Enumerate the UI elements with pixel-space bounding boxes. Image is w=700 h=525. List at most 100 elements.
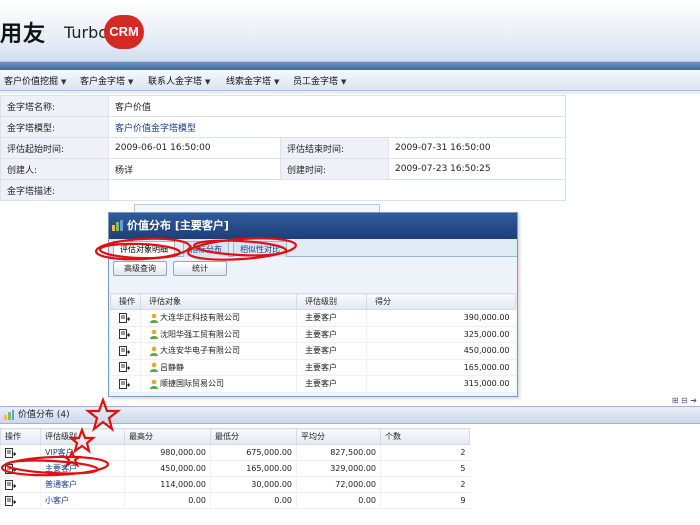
view-detail-icon[interactable] (5, 447, 17, 458)
view-detail-icon[interactable] (119, 329, 131, 340)
max-score: 450,000.00 (124, 460, 211, 477)
table-row: VIP客户 980,000.00 675,000.00 827,500.00 2 (0, 444, 470, 461)
menu-lead-pyramid[interactable]: 线索金字塔 ▼ (226, 74, 279, 87)
popup-toolbar: 高级查询 统计 (109, 257, 517, 279)
avg-score: 329,000.00 (296, 460, 381, 477)
column-header: 最低分 (210, 428, 297, 445)
object-name: 沈阳华强工贸有限公司 (160, 329, 240, 339)
chart-icon (4, 410, 14, 420)
avg-score: 827,500.00 (296, 444, 381, 461)
field-label: 创建人: (0, 158, 109, 180)
view-detail-icon[interactable] (5, 479, 17, 490)
count: 2 (380, 476, 470, 493)
menu-contact-pyramid[interactable]: 联系人金字塔 ▼ (148, 74, 210, 87)
view-detail-icon[interactable] (119, 378, 131, 389)
count: 2 (380, 444, 470, 461)
object-score: 390,000.00 (366, 309, 516, 327)
view-detail-icon[interactable] (119, 362, 131, 373)
brand-crm-badge: CRM (104, 15, 144, 49)
panel-title: 价值分布 (4) (18, 410, 70, 420)
max-score: 0.00 (124, 492, 211, 509)
object-score: 315,000.00 (366, 375, 516, 393)
tab-similarity-compare[interactable]: 相似性对比 (233, 241, 287, 257)
person-icon (149, 329, 159, 340)
popup-title: 价值分布 [主要客户] (127, 219, 229, 232)
count: 9 (380, 492, 470, 509)
chevron-down-icon: ▼ (61, 78, 67, 86)
table-row: 主要客户 450,000.00 165,000.00 329,000.00 5 (0, 460, 470, 477)
menu-customer-pyramid[interactable]: 客户金字塔 ▼ (80, 74, 133, 87)
background-window (134, 204, 380, 212)
value-distribution-panel-header[interactable]: 价值分布 (4) (0, 406, 700, 424)
object-level: 主要客户 (296, 326, 367, 343)
column-header: 得分 (366, 293, 516, 310)
panel-controls: ⊞ ⊟ ➔ (672, 396, 697, 405)
column-header: 个数 (380, 428, 470, 445)
view-detail-icon[interactable] (119, 345, 131, 356)
table-row: 顺捷国际贸易公司 主要客户 315,000.00 (110, 375, 516, 393)
column-header: 操作 (110, 293, 141, 310)
object-level: 主要客户 (296, 375, 367, 393)
view-detail-icon[interactable] (5, 495, 17, 506)
count: 5 (380, 460, 470, 477)
advanced-search-button[interactable]: 高级查询 (113, 261, 167, 276)
expand-icon[interactable]: ⊞ (672, 396, 679, 405)
popup-tab-bar: 评估对象明细 指标分布 相似性对比 (109, 239, 517, 257)
max-score: 980,000.00 (124, 444, 211, 461)
collapse-icon[interactable]: ⊟ (681, 396, 688, 405)
table-row: 沈阳华强工贸有限公司 主要客户 325,000.00 (110, 326, 516, 343)
menu-customer-value-mining[interactable]: 客户价值挖掘 ▼ (4, 74, 66, 87)
chevron-down-icon: ▼ (128, 78, 134, 86)
object-score: 165,000.00 (366, 359, 516, 376)
menu-label: 线索金字塔 (226, 77, 272, 87)
min-score: 165,000.00 (210, 460, 297, 477)
min-score: 30,000.00 (210, 476, 297, 493)
object-name: 顺捷国际贸易公司 (160, 379, 224, 389)
popup-title-bar[interactable]: 价值分布 [主要客户] (109, 213, 517, 239)
field-label: 评估结束时间: (280, 137, 389, 159)
level-link[interactable]: VIP客户 (45, 448, 74, 457)
tab-evaluation-details[interactable]: 评估对象明细 (113, 241, 175, 257)
object-level: 主要客户 (296, 342, 367, 360)
column-header: 评估对象 (140, 293, 297, 310)
table-row: 普通客户 114,000.00 30,000.00 72,000.00 2 (0, 476, 470, 493)
chart-icon (112, 220, 123, 231)
column-header: 最高分 (124, 428, 211, 445)
arrow-right-icon[interactable]: ➔ (690, 396, 697, 405)
object-name: 大连华正科技有限公司 (160, 313, 240, 323)
view-detail-icon[interactable] (119, 312, 131, 323)
field-value: 杨详 (108, 158, 281, 180)
menu-label: 员工金字塔 (293, 77, 339, 87)
object-name: 吕静静 (160, 362, 184, 372)
field-value: 2009-07-23 16:50:25 (388, 158, 566, 180)
field-label: 创建时间: (280, 158, 389, 180)
value-distribution-popup: 价值分布 [主要客户] 评估对象明细 指标分布 相似性对比 高级查询 统计 操作… (108, 212, 518, 397)
level-link[interactable]: 普通客户 (45, 480, 77, 489)
menu-label: 客户金字塔 (80, 77, 126, 87)
tab-indicator-distribution[interactable]: 指标分布 (183, 241, 229, 257)
field-label: 金字塔名称: (0, 95, 109, 117)
brand-turbo: Turbo (64, 23, 109, 42)
menu-employee-pyramid[interactable]: 员工金字塔 ▼ (293, 74, 346, 87)
main-menu: 客户价值挖掘 ▼ 客户金字塔 ▼ 联系人金字塔 ▼ 线索金字塔 ▼ 员工金字塔 ▼ (0, 70, 700, 91)
avg-score: 72,000.00 (296, 476, 381, 493)
evaluation-object-table: 操作 评估对象 评估级别 得分 大连华正科技有限公司 主要客户 390,000.… (110, 293, 516, 393)
person-icon (149, 313, 159, 323)
pyramid-model-link[interactable]: 客户价值金字塔模型 (115, 124, 196, 134)
level-link[interactable]: 主要客户 (45, 464, 77, 473)
menu-label: 客户价值挖掘 (4, 77, 59, 87)
level-link[interactable]: 小客户 (45, 496, 69, 505)
statistics-button[interactable]: 统计 (173, 261, 227, 276)
table-row: 小客户 0.00 0.00 0.00 9 (0, 492, 470, 509)
object-level: 主要客户 (296, 309, 367, 327)
chevron-down-icon: ▼ (341, 78, 347, 86)
field-label: 金字塔模型: (0, 116, 109, 138)
object-level: 主要客户 (296, 359, 367, 376)
view-detail-icon[interactable] (5, 463, 17, 474)
brand-header: 用友 Turbo CRM (0, 0, 700, 62)
person-icon (149, 379, 159, 389)
object-score: 450,000.00 (366, 342, 516, 360)
object-score: 325,000.00 (366, 326, 516, 343)
divider (0, 91, 700, 94)
brand-logo: 用友 (0, 22, 47, 47)
